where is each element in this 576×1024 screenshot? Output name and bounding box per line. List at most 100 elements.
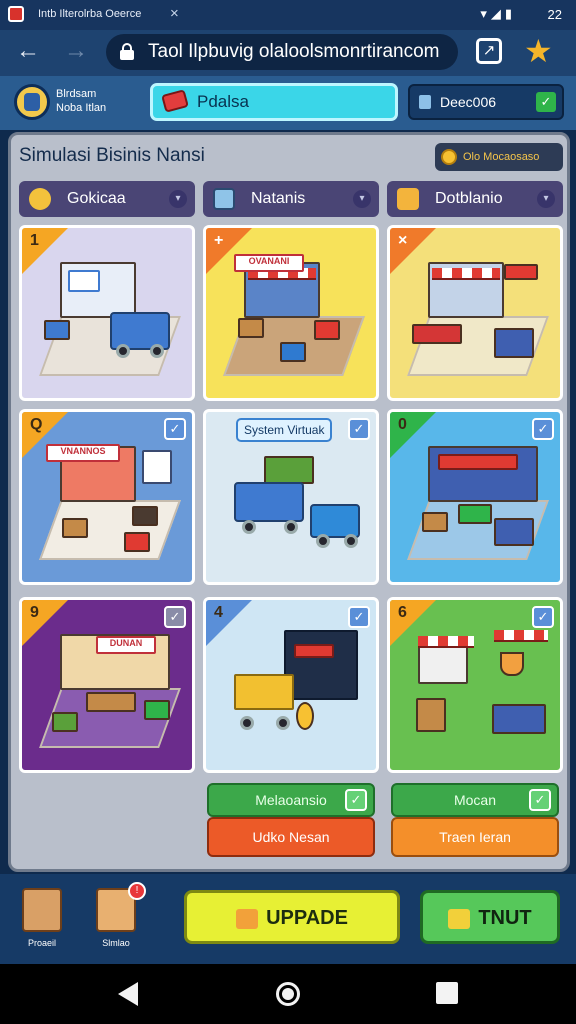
ticket-icon (161, 89, 189, 113)
check-icon: ✓ (532, 418, 554, 440)
card-number: 4 (214, 604, 223, 621)
shop-interior-illustration (407, 442, 549, 570)
game-footer: Proaeil ! Slmlao UPPADE TNUT (0, 874, 576, 964)
chevron-down-icon: ▾ (353, 190, 371, 208)
card-number: 9 (30, 604, 39, 621)
app-tab-icon (8, 6, 24, 22)
player-name-line1: Blrdsam (56, 88, 97, 100)
nav-back-icon[interactable] (118, 982, 138, 1006)
tab-label: Natanis (251, 190, 306, 207)
card-store-office[interactable]: 1 (19, 225, 195, 401)
coin-icon (441, 149, 457, 165)
card-market-stands[interactable]: 6 ✓ (387, 597, 563, 773)
clock: 22 (547, 7, 562, 22)
check-icon: ✓ (348, 418, 370, 440)
player-name-line2: Noba Itlan (56, 102, 107, 114)
tab-close-icon[interactable]: × (170, 5, 179, 22)
panel-title: Simulasi Bisinis Nansi (19, 145, 205, 166)
card-number: Q (30, 416, 43, 433)
card-number: × (398, 232, 408, 249)
cash-icon (448, 908, 471, 929)
cash-display[interactable]: Deec006 ✓ (408, 84, 564, 120)
storefront-illustration (407, 258, 549, 386)
hand-icon (236, 908, 259, 929)
tab-label: Dotblanio (435, 190, 503, 207)
card-shop-interior[interactable]: 0 ✓ (387, 409, 563, 585)
system-virtual-badge: System Virtuak (236, 418, 333, 442)
cash-value: Deec006 (440, 94, 497, 110)
footer-item-label: Slmlao (102, 938, 130, 948)
forward-arrow-icon[interactable]: → (60, 37, 92, 65)
card-number: 6 (398, 604, 407, 621)
upgrade-button[interactable]: UPPADE (184, 890, 400, 944)
nav-home-icon[interactable] (276, 982, 300, 1006)
lock-icon (120, 43, 134, 60)
tab-natanis[interactable]: Natanis ▾ (203, 181, 379, 217)
system-nav-bar (0, 964, 576, 1024)
key-icon (29, 188, 51, 210)
card-delivery-trucks[interactable]: ✓ System Virtuak (203, 409, 379, 585)
business-panel: Simulasi Bisinis Nansi Olo Mocaosaso Gok… (8, 132, 570, 872)
upgrade-label: UPPADE (266, 907, 348, 929)
card-number: + (214, 232, 224, 249)
card-office-showroom[interactable]: 9 ✓ DUNAN (19, 597, 195, 773)
chevron-down-icon: ▾ (169, 190, 187, 208)
market-stall-illustration: OVANANI (223, 254, 365, 386)
card-number: 0 (398, 416, 407, 433)
store-sign: VNANNOS (46, 444, 120, 462)
status-label: Melaoansio (255, 792, 327, 808)
player-avatar[interactable] (14, 84, 50, 120)
title-pill[interactable]: Pdalsa (150, 83, 398, 121)
check-icon: ✓ (532, 606, 554, 628)
card-neon-store[interactable]: Q ✓ VNANNOS (19, 409, 195, 585)
action-button-traen-ieran[interactable]: Traen Ieran (391, 817, 559, 857)
check-icon: ✓ (529, 789, 551, 811)
delivery-trucks-illustration (224, 442, 364, 570)
nav-recents-icon[interactable] (436, 982, 458, 1004)
office-showroom-illustration: DUNAN (39, 630, 181, 758)
game-header: Blrdsam Noba Itlan Pdalsa Deec006 ✓ (0, 76, 576, 130)
check-icon: ✓ (345, 789, 367, 811)
tab-gokicaa[interactable]: Gokicaa ▾ (19, 181, 195, 217)
check-icon: ✓ (536, 92, 556, 112)
chevron-down-icon: ▾ (537, 190, 555, 208)
footer-item-slmlao[interactable]: ! Slmlao (84, 882, 148, 954)
bottle-icon (419, 95, 431, 109)
signal-icons: ▾◢▮ (480, 6, 516, 21)
status-melaoansio[interactable]: Melaoansio ✓ (207, 783, 375, 817)
shopping-cart-illustration (224, 630, 364, 758)
store-sign: DUNAN (96, 636, 156, 654)
share-icon[interactable]: ↗ (476, 38, 502, 64)
footer-item-proaeil[interactable]: Proaeil (10, 882, 74, 954)
url-text: Taol Ilpbuvig olaloolsmonrtirancom (148, 41, 440, 62)
check-icon: ✓ (348, 606, 370, 628)
monitor-icon (213, 188, 235, 210)
market-stands-illustration (408, 630, 548, 758)
card-number: 1 (30, 232, 39, 249)
status-label: Mocan (453, 792, 497, 808)
browser-toolbar: ← → Taol Ilpbuvig olaloolsmonrtirancom ↗… (0, 30, 576, 76)
url-field[interactable]: Taol Ilpbuvig olaloolsmonrtirancom (106, 34, 458, 70)
notification-badge: ! (128, 882, 146, 900)
tab-title[interactable]: Intb Ilterolrba Oeerce (38, 8, 141, 20)
bonus-label: Olo Mocaosaso (463, 151, 540, 163)
back-arrow-icon[interactable]: ← (12, 37, 44, 65)
card-market-stall[interactable]: + OVANANI (203, 225, 379, 401)
next-label: TNUT (478, 907, 532, 929)
check-icon: ✓ (164, 606, 186, 628)
store-sign: OVANANI (234, 254, 304, 272)
bonus-badge[interactable]: Olo Mocaosaso (435, 143, 563, 171)
tab-label: Gokicaa (67, 190, 126, 207)
card-shopping-cart[interactable]: 4 ✓ (203, 597, 379, 773)
card-storefront-cart[interactable]: × (387, 225, 563, 401)
neon-store-illustration: VNANNOS (39, 442, 181, 570)
title-pill-label: Pdalsa (197, 92, 249, 111)
crate-stack-icon (22, 888, 62, 932)
action-button-udko-nesan[interactable]: Udko Nesan (207, 817, 375, 857)
player-name: Blrdsam Noba Itlan (56, 87, 146, 115)
tab-dotblanio[interactable]: Dotblanio ▾ (387, 181, 563, 217)
next-button[interactable]: TNUT (420, 890, 560, 944)
footer-item-label: Proaeil (27, 938, 56, 948)
bookmark-star-icon[interactable]: ★ (524, 32, 553, 70)
status-mocan[interactable]: Mocan ✓ (391, 783, 559, 817)
